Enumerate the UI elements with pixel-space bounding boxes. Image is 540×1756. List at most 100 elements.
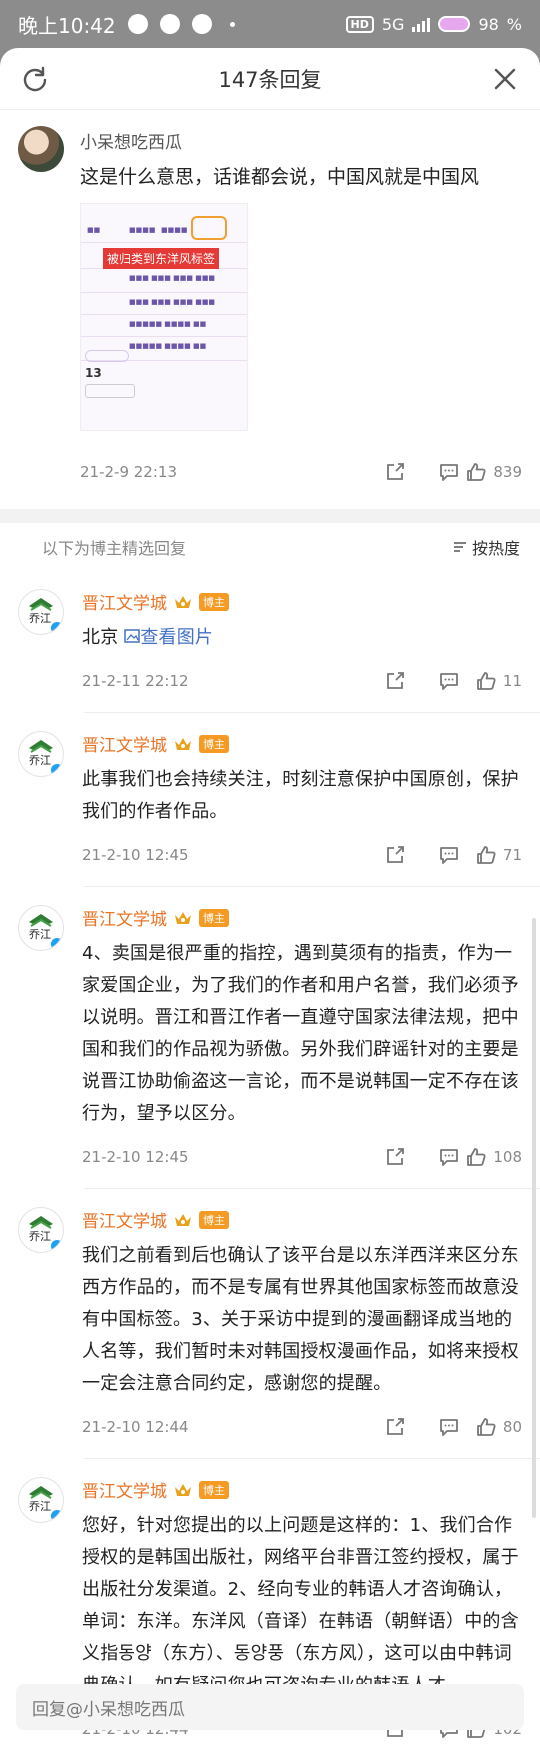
page-title: 147条回复 (218, 67, 322, 92)
svg-text:乔江: 乔江 (29, 1230, 51, 1243)
more-notifications-dot-icon (229, 21, 235, 27)
avatar[interactable]: 乔江 (18, 1477, 64, 1523)
reply-item: 乔江 晋江文学城 博主 我们之前看到后也确认了该平台是以东洋西洋来区分东西方作品… (0, 1189, 540, 1440)
app-notification-icon (127, 14, 148, 34)
like-count: 80 (502, 1418, 522, 1436)
share-icon (387, 1148, 404, 1165)
status-bar: 晚上10:42 HD 5G 98% (0, 0, 540, 48)
reply-text-content: 北京 (82, 627, 119, 648)
sort-button[interactable]: 按热度 (452, 535, 520, 559)
avatar[interactable]: 乔江 (18, 905, 64, 951)
like-button[interactable]: 11 (460, 670, 522, 692)
reply-author-name[interactable]: 晋江文学城 (82, 1477, 167, 1502)
thumbs-up-icon (477, 1418, 496, 1436)
thumbs-up-icon (477, 672, 496, 690)
comment-button[interactable] (406, 1416, 460, 1438)
image-annotation-tag: 被归类到东洋风标签 (103, 248, 220, 269)
comment-button[interactable] (406, 670, 460, 692)
reply-author-name[interactable]: 晋江文学城 (82, 731, 167, 756)
reply-meta-row: 21-2-10 12:45 71 (82, 842, 522, 868)
app-notification-icon-3 (191, 14, 212, 34)
blogger-badge: 博主 (199, 592, 229, 611)
root-comment: 小呆想吃西瓜 这是什么意思，话谁都会说，中国风就是中国风 ■■ ■■■■ ■■■… (0, 110, 540, 485)
view-image-link[interactable]: 查看图片 (124, 627, 213, 648)
share-button[interactable] (346, 461, 406, 483)
share-icon (387, 463, 404, 480)
root-comment-text: 这是什么意思，话谁都会说，中国风就是中国风 (80, 166, 480, 188)
verified-icon (49, 620, 63, 634)
comment-icon (440, 1419, 458, 1436)
avatar[interactable]: 乔江 (18, 589, 64, 635)
section-header: 以下为博主精选回复 按热度 (0, 523, 540, 571)
sort-icon (453, 542, 466, 552)
like-count: 108 (493, 1148, 522, 1166)
share-icon (387, 1418, 404, 1435)
attached-image[interactable]: ■■ ■■■■ ■■■■ ■■■ ■■■ ■■■ ■■■ ■■■ ■■■ ■■■… (80, 203, 248, 431)
like-button[interactable]: 839 (460, 461, 522, 483)
reply-text-content: 我们之前看到后也确认了该平台是以东洋西洋来区分东西方作品的，而不是专属有世界其他… (82, 1245, 519, 1394)
like-count: 839 (493, 463, 522, 481)
image-icon (124, 629, 141, 643)
reply-meta-row: 21-2-11 22:12 11 (82, 668, 522, 694)
blogger-badge: 博主 (199, 908, 229, 927)
reply-text: 您好，针对您提出的以上问题是这样的：1、我们合作授权的是韩国出版社，网络平台非晋… (82, 1510, 522, 1702)
reply-text-content: 此事我们也会持续关注，时刻注意保护中国原创，保护我们的作者作品。 (82, 769, 519, 822)
avatar[interactable] (18, 126, 64, 172)
reply-list: 乔江 晋江文学城 博主 北京 查看图片 21-2-11 22:12 11 乔江 … (0, 571, 540, 1756)
verified-icon (49, 1508, 63, 1522)
image-chip (85, 350, 129, 362)
share-icon (387, 846, 404, 863)
vip-crown-icon (175, 1483, 191, 1496)
svg-text:乔江: 乔江 (29, 1500, 51, 1513)
root-author-name[interactable]: 小呆想吃西瓜 (80, 128, 522, 153)
reply-date: 21-2-10 12:45 (82, 1148, 189, 1166)
root-date: 21-2-9 22:13 (80, 463, 177, 481)
share-button[interactable] (346, 1146, 406, 1168)
blogger-badge: 博主 (199, 1480, 229, 1499)
reply-author-name[interactable]: 晋江文学城 (82, 905, 167, 930)
like-button[interactable]: 71 (460, 844, 522, 866)
battery-icon (438, 16, 471, 32)
highlight-ring (191, 216, 227, 240)
comment-button[interactable] (406, 1146, 460, 1168)
vip-crown-icon (175, 595, 191, 608)
close-icon[interactable] (492, 66, 518, 92)
vip-crown-icon (175, 911, 191, 924)
reply-input[interactable]: 回复@小呆想吃西瓜 (16, 1684, 524, 1730)
signal-icon (412, 16, 431, 32)
comment-button[interactable] (406, 461, 460, 483)
refresh-icon[interactable] (22, 66, 48, 92)
image-select (85, 384, 135, 398)
reply-author-name[interactable]: 晋江文学城 (82, 1207, 167, 1232)
share-button[interactable] (346, 844, 406, 866)
network-label: 5G (381, 14, 405, 34)
hd-icon: HD (345, 15, 374, 33)
view-image-label: 查看图片 (140, 627, 214, 648)
avatar[interactable]: 乔江 (18, 1207, 64, 1253)
share-button[interactable] (346, 1416, 406, 1438)
svg-text:乔江: 乔江 (29, 612, 51, 625)
verified-icon (49, 936, 63, 950)
like-button[interactable]: 80 (460, 1416, 522, 1438)
reply-author-name[interactable]: 晋江文学城 (82, 589, 167, 614)
share-icon (387, 672, 404, 689)
reply-date: 21-2-11 22:12 (82, 672, 189, 690)
reply-item: 乔江 晋江文学城 博主 此事我们也会持续关注，时刻注意保护中国原创，保护我们的作… (0, 713, 540, 868)
scrollbar[interactable] (532, 918, 536, 1518)
reply-text: 北京 查看图片 (82, 622, 522, 654)
root-meta-row: 21-2-9 22:13 839 (80, 459, 522, 485)
comment-icon (440, 464, 458, 481)
thumbs-up-icon (477, 846, 496, 864)
comment-button[interactable] (406, 844, 460, 866)
like-button[interactable]: 108 (460, 1146, 522, 1168)
reply-item: 乔江 晋江文学城 博主 4、卖国是很严重的指控，遇到莫须有的指责，作为一家爱国企… (0, 887, 540, 1170)
reply-meta-row: 21-2-10 12:45 108 (82, 1144, 522, 1170)
avatar[interactable]: 乔江 (18, 731, 64, 777)
share-button[interactable] (346, 670, 406, 692)
blogger-badge: 博主 (199, 1210, 229, 1229)
like-count: 11 (502, 672, 522, 690)
comment-icon (440, 673, 458, 690)
svg-text:乔江: 乔江 (29, 928, 51, 941)
section-label: 以下为博主精选回复 (42, 539, 187, 558)
reply-text: 此事我们也会持续关注，时刻注意保护中国原创，保护我们的作者作品。 (82, 764, 522, 828)
